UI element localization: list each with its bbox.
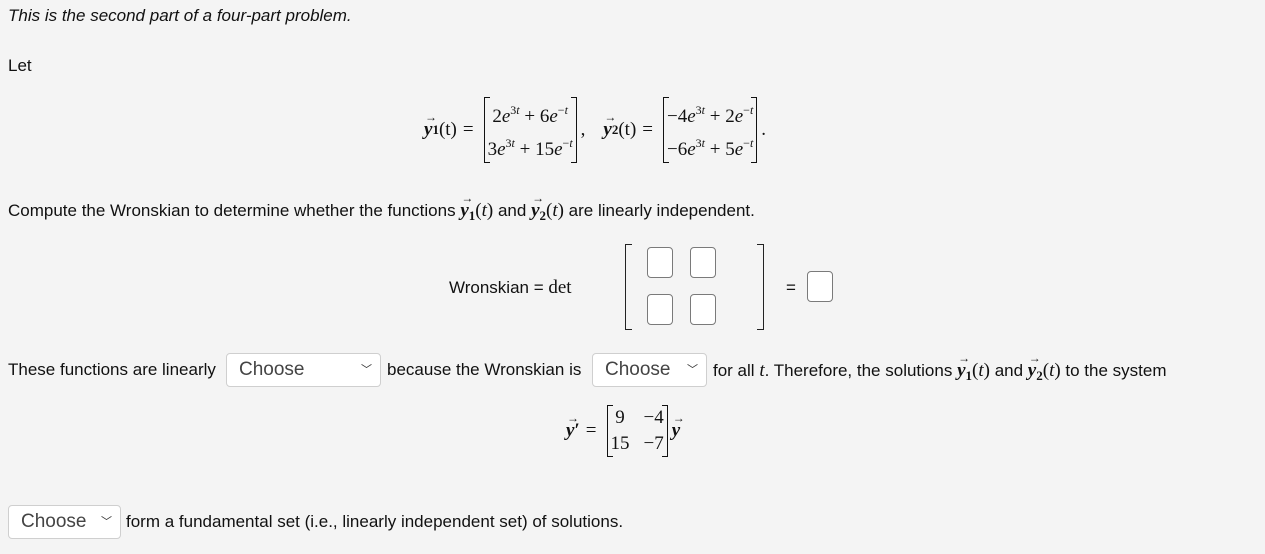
compute-instruction: Compute the Wronskian to determine wheth… (8, 191, 755, 223)
chevron-down-icon: ﹀ (101, 516, 112, 528)
wronskian-input-22[interactable] (690, 294, 716, 325)
matrix-a11: 9 (615, 407, 625, 428)
det-symbol: det (548, 277, 572, 298)
y-vector-symbol: → y (671, 411, 685, 441)
y1-arg: (t) (438, 119, 457, 140)
y1-entry-1: 2e3t + 6e−t (492, 103, 568, 127)
system-matrix: 9 15 −4 −7 (606, 405, 668, 457)
y2-arg: (t) (618, 119, 637, 140)
wronskian-input-12[interactable] (690, 247, 716, 278)
sentence1-rest: for all t. Therefore, the solutions → y1(… (713, 351, 1167, 383)
y2-entry-1: −4e3t + 2e−t (667, 103, 754, 127)
equals-sign: = (462, 119, 474, 140)
compute-text-before: Compute the Wronskian to determine wheth… (8, 201, 456, 220)
matrix-a21: 15 (610, 433, 630, 454)
y1-vector: 2e3t + 6e−t 3e3t + 15e−t (483, 97, 577, 163)
y2-entry-2: −6e3t + 5e−t (667, 136, 754, 160)
chevron-down-icon: ﹀ (687, 364, 698, 376)
sentence1-part2: because the Wronskian is (387, 360, 582, 379)
linearly-select[interactable]: Choose ﹀ (226, 353, 381, 387)
wronskian-select[interactable]: Choose ﹀ (592, 353, 707, 387)
intro-text: This is the second part of a four-part p… (8, 6, 352, 25)
matrix-a22: −7 (643, 433, 664, 454)
matrix-a12: −4 (643, 407, 664, 428)
y1-symbol: → y (424, 110, 437, 140)
chevron-down-icon: ﹀ (361, 364, 372, 376)
compute-text-after: are linearly independent. (568, 201, 755, 220)
right-bracket (757, 244, 764, 330)
wronskian-input-11[interactable] (647, 247, 673, 278)
functions-equation: → y 1 (t) = 2e3t + 6e−t 3e3t + 15e−t , → y 2(… (424, 97, 766, 163)
wronskian-result-input[interactable] (807, 271, 833, 302)
left-bracket (625, 244, 632, 330)
wronskian-input-21[interactable] (647, 294, 673, 325)
y2-symbol: → y (603, 110, 617, 140)
wronskian-equals: = (786, 278, 796, 297)
y1-entry-2: 3e3t + 15e−t (487, 136, 573, 160)
wronskian-label: Wronskian = det (449, 277, 572, 298)
let-label: Let (8, 56, 32, 75)
equals-sign-2: = (642, 119, 653, 140)
compute-and: and (497, 201, 527, 220)
y2-vector: −4e3t + 2e−t −6e3t + 5e−t (663, 97, 758, 163)
fundamental-set-select[interactable]: Choose ﹀ (8, 505, 121, 539)
sentence2-text: form a fundamental set (i.e., linearly i… (126, 512, 624, 531)
sentence1-part1: These functions are linearly (8, 360, 216, 379)
y-prime-symbol: → y (566, 411, 579, 441)
system-equation: → y ′ = 9 15 −4 −7 → y (566, 405, 685, 457)
